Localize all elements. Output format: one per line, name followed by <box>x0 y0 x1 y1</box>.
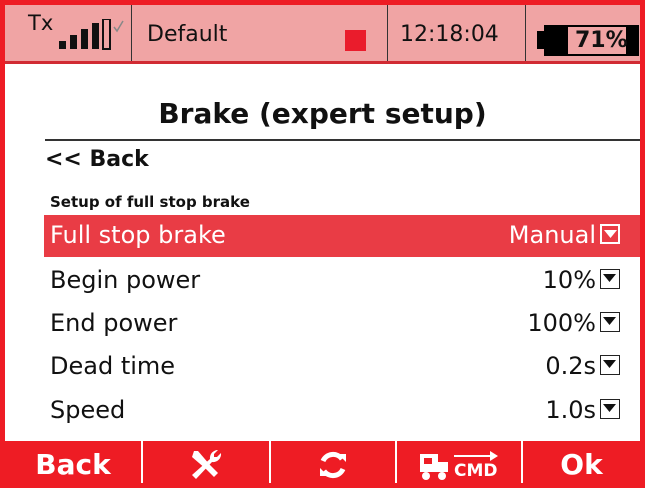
back-button-label: Back <box>35 448 111 481</box>
row-value: 100% <box>527 309 596 337</box>
ok-button[interactable]: Ok <box>523 441 640 483</box>
row-speed[interactable]: Speed 1.0s <box>44 390 640 432</box>
cmd-button[interactable]: CMD <box>397 441 523 483</box>
row-full-stop-brake[interactable]: Full stop brake Manual <box>44 215 640 257</box>
arrow-right-icon <box>454 450 498 461</box>
tx-label: Tx <box>28 11 54 35</box>
refresh-icon <box>320 451 346 478</box>
row-label: Dead time <box>50 352 176 380</box>
cmd-label: CMD <box>454 460 498 481</box>
title-divider <box>45 139 640 141</box>
row-value: 10% <box>542 266 596 294</box>
row-label: End power <box>50 309 178 337</box>
row-value: 1.0s <box>545 396 596 424</box>
transmitter-screen: Tx Default 12:18:04 71% Brake (expert se… <box>0 0 645 488</box>
section-heading: Setup of full stop brake <box>50 193 250 211</box>
softkey-bar: Back CMD Ok <box>5 441 640 483</box>
tx-signal-indicator: Tx <box>15 5 131 61</box>
row-label: Begin power <box>50 266 201 294</box>
dropdown-arrow-icon[interactable] <box>600 224 620 244</box>
dropdown-arrow-icon[interactable] <box>600 399 620 419</box>
ok-button-label: Ok <box>560 448 603 481</box>
row-dead-time[interactable]: Dead time 0.2s <box>44 346 640 388</box>
signal-bars-icon <box>59 19 124 50</box>
row-value: 0.2s <box>545 352 596 380</box>
wrench-screwdriver-icon <box>192 449 222 479</box>
battery-indicator: 71% <box>537 25 639 56</box>
model-name[interactable]: Default <box>147 22 227 47</box>
clock: 12:18:04 <box>400 22 499 47</box>
dropdown-arrow-icon[interactable] <box>600 269 620 289</box>
row-label: Speed <box>50 396 126 424</box>
row-begin-power[interactable]: Begin power 10% <box>44 260 640 302</box>
row-label: Full stop brake <box>50 221 226 249</box>
row-end-power[interactable]: End power 100% <box>44 303 640 345</box>
train-cmd-icon <box>420 453 448 480</box>
status-bar: Tx Default 12:18:04 71% <box>5 5 640 64</box>
dropdown-arrow-icon[interactable] <box>600 355 620 375</box>
refresh-button[interactable] <box>271 441 397 483</box>
battery-percent: 71% <box>575 28 628 53</box>
page-title: Brake (expert setup) <box>158 97 487 130</box>
tools-button[interactable] <box>143 441 271 483</box>
row-value: Manual <box>508 221 596 249</box>
scrollbar-thumb[interactable] <box>640 388 645 428</box>
back-link[interactable]: << Back <box>45 147 149 172</box>
battery-icon <box>537 31 544 49</box>
record-square-icon <box>345 30 366 51</box>
back-button[interactable]: Back <box>5 441 143 483</box>
dropdown-arrow-icon[interactable] <box>600 312 620 332</box>
